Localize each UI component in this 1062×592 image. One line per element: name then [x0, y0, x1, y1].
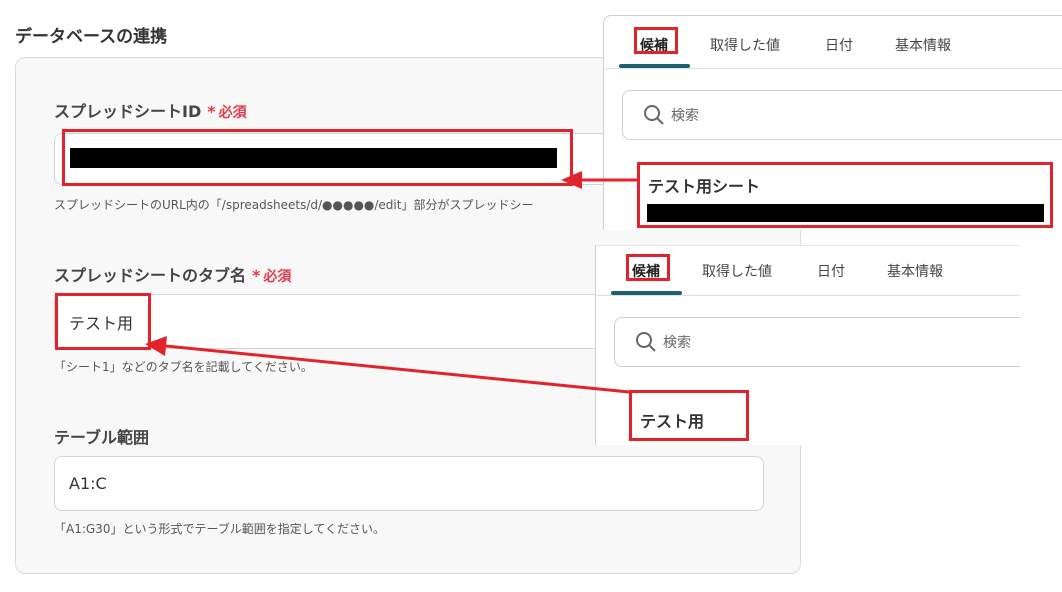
arrow-annotations [145, 171, 637, 394]
arrow-head [145, 336, 167, 356]
arrow-head [561, 171, 582, 189]
arrow-annotation [165, 344, 630, 394]
